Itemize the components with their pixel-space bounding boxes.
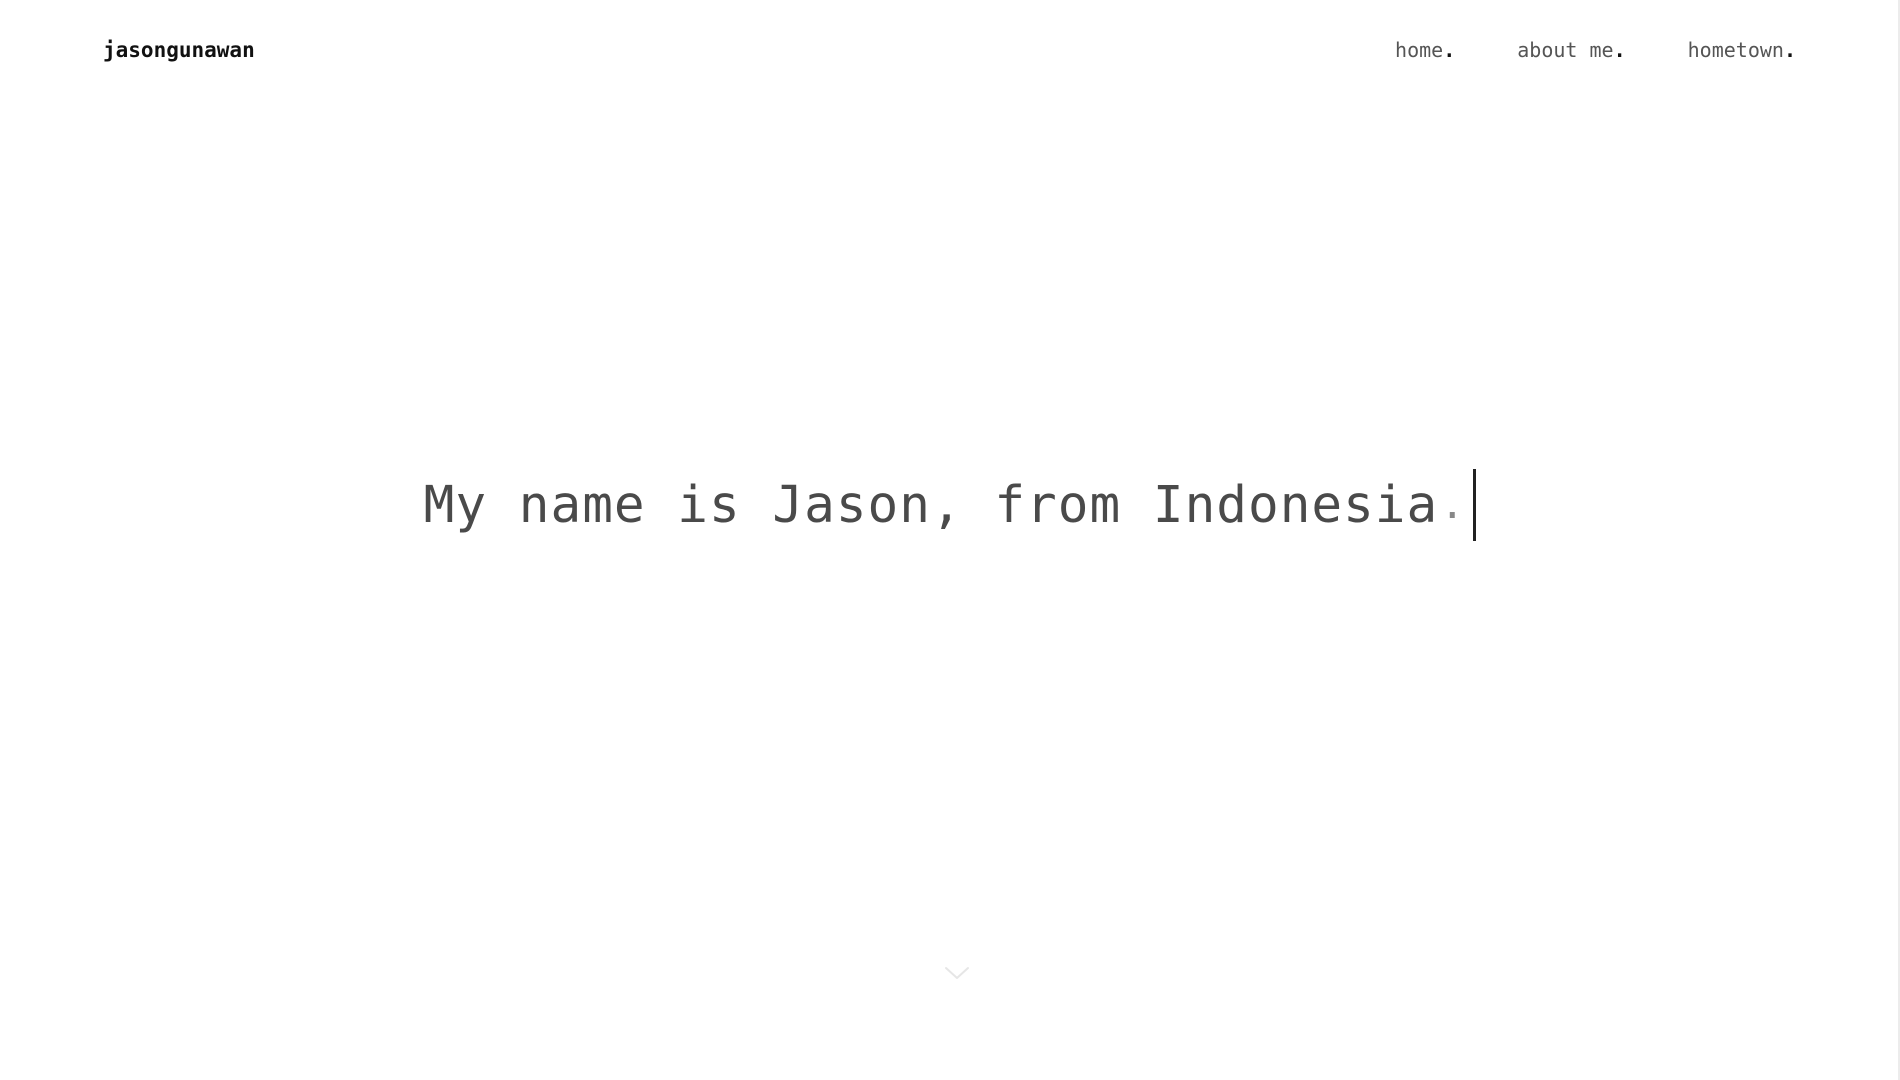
nav-link-hometown-label: hometown [1687, 38, 1784, 62]
brand-logo-link[interactable]: jasongunawan [103, 38, 255, 62]
nav-link-home-label: home [1395, 38, 1444, 62]
chevron-down-icon [945, 967, 969, 979]
nav-link-home-dot: . [1443, 38, 1456, 62]
main-nav: home. about me. hometown. [1395, 38, 1796, 62]
nav-link-hometown[interactable]: hometown. [1688, 38, 1796, 62]
typing-caret [1473, 469, 1477, 541]
hero-typed-text: My name is Jason, from Indonesia. [424, 469, 1477, 541]
scroll-down-button[interactable] [942, 962, 972, 984]
nav-link-home[interactable]: home. [1395, 38, 1455, 62]
page: jasongunawan home. about me. hometown. M… [0, 0, 1900, 1080]
nav-link-hometown-dot: . [1783, 38, 1796, 62]
hero-headline: My name is Jason, from Indonesia [423, 475, 1439, 535]
nav-link-about-me[interactable]: about me. [1517, 38, 1625, 62]
nav-link-about-me-label: about me [1517, 38, 1614, 62]
hero-period: . [1440, 482, 1466, 528]
site-header: jasongunawan home. about me. hometown. [0, 0, 1900, 102]
nav-link-about-me-dot: . [1613, 38, 1626, 62]
hero-section: My name is Jason, from Indonesia. [0, 450, 1900, 560]
